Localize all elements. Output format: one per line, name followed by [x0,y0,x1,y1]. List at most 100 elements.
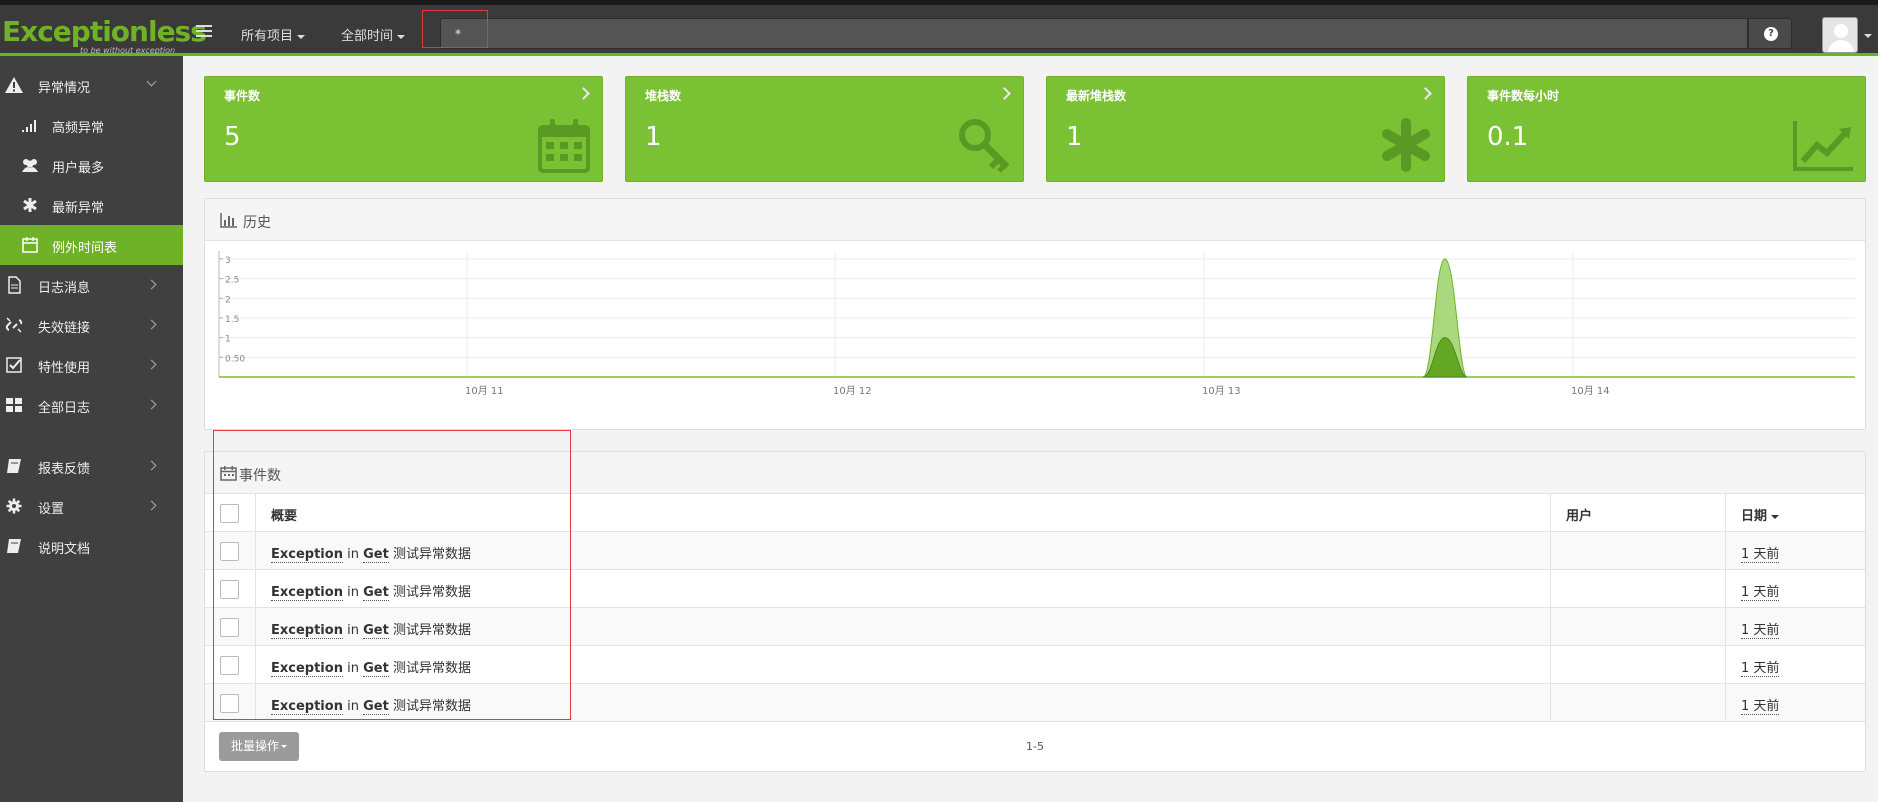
x-tick-label: 10月 14 [1571,385,1610,397]
row-checkbox[interactable] [220,618,239,637]
table-row[interactable]: Exception in Get 测试异常数据 1 天前 [205,532,1865,570]
row-summary[interactable]: Exception in Get 测试异常数据 [271,657,471,677]
chevron-down-icon[interactable] [1864,34,1872,38]
bulk-actions-button[interactable]: 批量操作 [219,732,299,761]
history-chart-svg: 0.50 1 1.5 2 2.5 3 10月 11 10月 12 10月 13 10月 14 [218,251,1855,397]
events-title: 事件数 [239,468,281,484]
sidebar-item-settings[interactable]: 设置 [0,486,183,526]
table-header: 概要 用户 日期 [205,494,1865,532]
sidebar-item-label: 特性使用 [38,361,91,376]
project-filter-label: 所有项目 [241,29,294,44]
row-exception-type[interactable]: Exception [271,699,343,715]
table-row[interactable]: Exception in Get 测试异常数据 1 天前 [205,608,1865,646]
sidebar-item-reports[interactable]: 报表反馈 [0,446,183,486]
row-checkbox[interactable] [220,656,239,675]
tile-value: 1 [1066,122,1083,152]
row-checkbox[interactable] [220,694,239,713]
row-method[interactable]: Get [363,699,389,715]
tile-title: 事件数 [224,89,261,103]
logo[interactable]: Exceptionless to be without exception [2,15,207,57]
menu-toggle-icon[interactable] [196,25,212,39]
sidebar-item-exception-timeline[interactable]: 例外时间表 [0,225,183,265]
sidebar-item-newest[interactable]: 最新异常 [0,185,183,225]
y-tick-label: 0.50 [225,354,245,364]
row-date[interactable]: 1 天前 [1741,619,1780,639]
y-tick-label: 2.5 [225,276,239,286]
pagination-info: 1-5 [1026,740,1044,753]
row-summary[interactable]: Exception in Get 测试异常数据 [271,581,471,601]
tile-events[interactable]: 事件数 5 [204,76,603,182]
row-date[interactable]: 1 天前 [1741,581,1780,601]
row-summary[interactable]: Exception in Get 测试异常数据 [271,695,471,715]
row-method[interactable]: Get [363,547,389,563]
header-date-sort[interactable]: 日期 [1741,505,1780,524]
sidebar-item-log-messages[interactable]: 日志消息 [0,265,183,305]
row-exception-type[interactable]: Exception [271,585,343,601]
sidebar-item-label: 设置 [38,502,65,517]
search-input[interactable] [441,19,1747,48]
sidebar-item-most-users[interactable]: 用户最多 [0,145,183,185]
sidebar-item-label: 说明文档 [38,542,91,557]
sidebar-item-most-frequent[interactable]: 高频异常 [0,105,183,145]
sidebar-item-exceptions[interactable]: 异常情况 [0,65,183,105]
sidebar-item-all-logs[interactable]: 全部日志 [0,385,183,425]
chevron-down-icon [281,745,287,748]
select-all-checkbox[interactable] [220,504,239,523]
row-exception-type[interactable]: Exception [271,547,343,563]
header-user: 用户 [1566,509,1593,524]
row-checkbox[interactable] [220,542,239,561]
sidebar-item-broken-links[interactable]: 失效链接 [0,305,183,345]
row-method[interactable]: Get [363,623,389,639]
row-exception-type[interactable]: Exception [271,661,343,677]
row-date[interactable]: 1 天前 [1741,657,1780,677]
avatar[interactable] [1822,17,1858,53]
table-row[interactable]: Exception in Get 测试异常数据 1 天前 [205,570,1865,608]
sidebar-item-label: 全部日志 [38,401,91,416]
row-method[interactable]: Get [363,661,389,677]
y-tick-label: 3 [225,256,231,266]
row-date[interactable]: 1 天前 [1741,543,1780,563]
tile-new-stacks[interactable]: 最新堆栈数 1 [1046,76,1445,182]
row-checkbox[interactable] [220,580,239,599]
events-table: 概要 用户 日期 Exception in Get 测试异常数据 1 天前 Ex… [205,494,1865,722]
row-summary[interactable]: Exception in Get 测试异常数据 [271,543,471,563]
row-method[interactable]: Get [363,585,389,601]
events-panel: 事件数 概要 用户 日期 Exception in Get 测试异常数据 1 天… [204,451,1866,772]
sidebar-item-label: 日志消息 [38,281,91,296]
calendar-icon [220,466,237,481]
th-large-icon [6,398,22,412]
tile-title: 最新堆栈数 [1066,89,1127,103]
chevron-right-icon [146,460,157,471]
sidebar-item-label: 最新异常 [52,201,105,216]
bulk-actions-label: 批量操作 [230,739,279,753]
tile-events-per-hour[interactable]: 事件数每小时 0.1 [1467,76,1866,182]
tile-title: 事件数每小时 [1487,89,1560,103]
row-in: in [347,661,359,676]
project-filter-dropdown[interactable]: 所有项目 [241,25,306,44]
history-panel: 历史 0.50 1 1.5 2 2.5 3 10月 11 10月 12 10月 13 10月 14 [204,198,1866,430]
table-row[interactable]: Exception in Get 测试异常数据 1 天前 [205,646,1865,684]
sidebar-item-label: 异常情况 [38,81,91,96]
calendar-icon [538,119,590,173]
row-summary[interactable]: Exception in Get 测试异常数据 [271,619,471,639]
warning-icon [5,77,23,93]
search-help-button[interactable]: ? [1748,18,1792,49]
sidebar-item-feature-usage[interactable]: 特性使用 [0,345,183,385]
tile-stacks[interactable]: 堆栈数 1 [625,76,1024,182]
sidebar-item-documentation[interactable]: 说明文档 [0,526,183,566]
signal-icon [22,120,36,132]
users-icon [22,159,38,172]
sidebar-item-label: 报表反馈 [38,462,91,477]
y-tick-label: 1 [225,335,231,345]
history-chart[interactable]: 0.50 1 1.5 2 2.5 3 10月 11 10月 12 10月 13 10月 14 [205,241,1865,427]
row-date[interactable]: 1 天前 [1741,695,1780,715]
time-filter-dropdown[interactable]: 全部时间 [341,25,406,44]
row-message: 测试异常数据 [392,547,471,562]
sidebar-item-label: 失效链接 [38,321,91,336]
table-row[interactable]: Exception in Get 测试异常数据 1 天前 [205,684,1865,722]
x-tick-label: 10月 11 [465,385,504,397]
x-tick-label: 10月 12 [833,385,872,397]
tile-value: 5 [224,122,241,152]
row-exception-type[interactable]: Exception [271,623,343,639]
chevron-right-icon [146,359,157,370]
